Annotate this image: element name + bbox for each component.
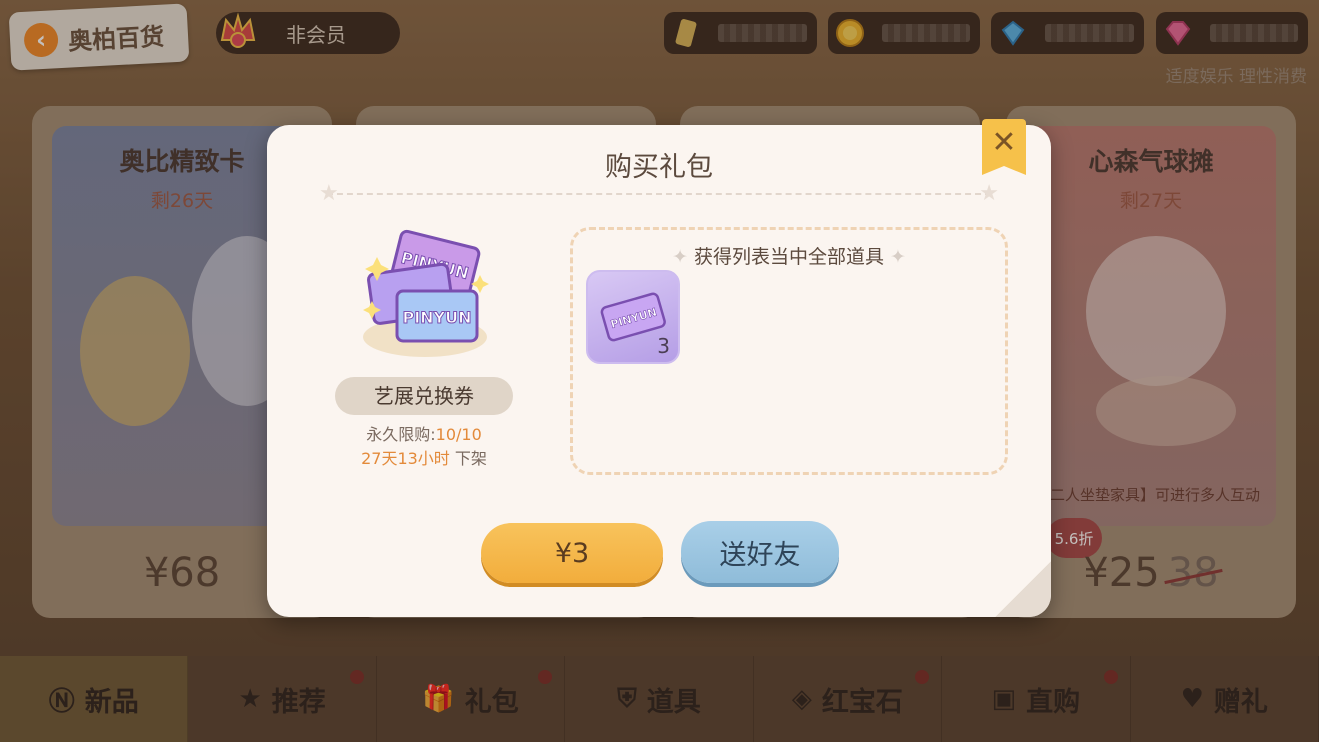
dialog-title: 购买礼包 [605, 152, 713, 183]
send-to-friend-button[interactable]: 送好友 [681, 521, 839, 583]
close-icon: ✕ [991, 125, 1017, 160]
star-decoration-icon: ★ [979, 181, 999, 206]
purchase-limit-text: 永久限购:10/10 [317, 421, 531, 445]
item-name-label: 艺展兑换券 [335, 377, 513, 415]
title-divider [327, 193, 991, 195]
reward-list-title-text: 获得列表当中全部道具 [693, 246, 884, 268]
sparkle-icon: ✦ [672, 246, 688, 268]
reward-item-slot[interactable]: PINYUN 3 [586, 270, 680, 364]
purchase-limit-label: 永久限购: [366, 425, 436, 444]
offline-countdown: 27天13小时 下架 [317, 445, 531, 469]
purchase-gift-pack-dialog: 购买礼包 ★ ★ ✕ PINYUN PINYUN 艺展兑换券 永久限购:10/1… [267, 119, 1051, 617]
offline-label: 下架 [454, 449, 487, 468]
reward-list-box: ✦ 获得列表当中全部道具 ✦ PINYUN 3 [570, 227, 1008, 475]
exchange-ticket-image: PINYUN PINYUN [355, 225, 495, 365]
purchase-limit-value: 10/10 [435, 425, 482, 444]
buy-button[interactable]: ¥3 [481, 523, 663, 583]
page-curl-decoration [995, 561, 1051, 617]
reward-quantity: 3 [657, 334, 670, 358]
offline-time: 27天13小时 [361, 449, 450, 468]
reward-list-title: ✦ 获得列表当中全部道具 ✦ [573, 242, 1005, 269]
sparkle-icon: ✦ [890, 246, 906, 268]
star-decoration-icon: ★ [319, 181, 339, 206]
ticket-label: PINYUN [402, 308, 471, 327]
